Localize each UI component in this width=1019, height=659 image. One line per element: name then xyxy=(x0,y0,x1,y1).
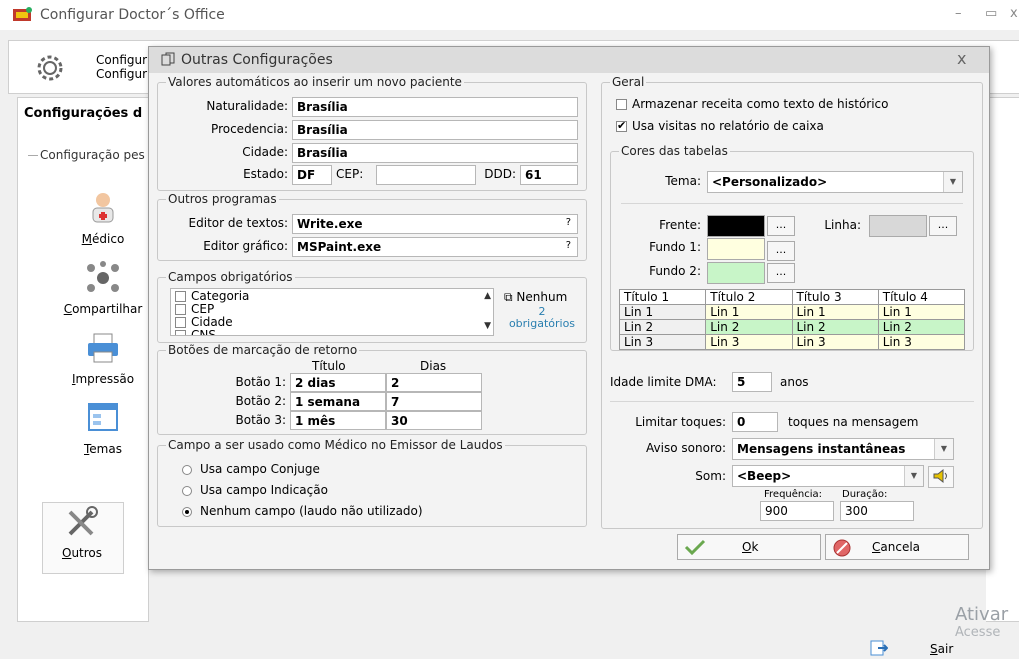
window-title: Configurar Doctor´s Office xyxy=(40,7,225,23)
bg2-color-button[interactable]: ... xyxy=(767,263,795,283)
use-visits-checkbox[interactable]: Usa visitas no relatório de caixa xyxy=(616,119,824,133)
table-row: Lin 2 Lin 2 Lin 2 Lin 2 xyxy=(618,319,966,335)
bg1-color-button[interactable]: ... xyxy=(767,241,795,261)
header-line1: Configur xyxy=(96,53,148,67)
text-editor-input[interactable]: Write.exe? xyxy=(292,214,578,234)
return-buttons-group: Botões de marcação de retorno Título Dia… xyxy=(157,343,587,435)
nav-impressao[interactable]: Impressão xyxy=(48,330,158,386)
table-row: Lin 3 Lin 3 Lin 3 Lin 3 xyxy=(618,334,966,350)
section-subtitle: Configuração pes xyxy=(40,148,145,162)
dma-input[interactable]: 5 xyxy=(732,372,772,392)
store-recipe-checkbox[interactable]: Armazenar receita como texto de históric… xyxy=(616,97,889,111)
network-icon xyxy=(85,260,121,296)
ok-button[interactable]: Ok xyxy=(677,534,821,560)
cep-input[interactable] xyxy=(376,165,476,185)
chevron-down-icon: ▼ xyxy=(904,466,923,486)
chevron-down-icon: ▼ xyxy=(934,439,953,459)
doctor-icon xyxy=(85,190,121,226)
return-button2-days[interactable]: 7 xyxy=(386,392,482,411)
line-color-swatch[interactable] xyxy=(869,215,927,237)
auto-values-group: Valores automáticos ao inserir um novo p… xyxy=(157,75,587,191)
maximize-button[interactable]: ▭ xyxy=(985,6,997,21)
close-window-button[interactable]: x xyxy=(1010,6,1018,21)
browse-text-editor-button[interactable]: ? xyxy=(566,217,571,228)
printer-icon xyxy=(85,330,121,366)
section-title: Configurações d xyxy=(24,106,143,121)
return-button3-days[interactable]: 30 xyxy=(386,411,482,430)
return-button2-title[interactable]: 1 semana xyxy=(290,392,386,411)
activation-watermark-sub: Acesse xyxy=(955,625,1001,640)
table-colors-group: Cores das tabelas Tema: <Personalizado> ▼… xyxy=(610,144,974,351)
sound-select[interactable]: <Beep> ▼ xyxy=(732,465,924,487)
themes-icon xyxy=(85,400,121,436)
required-fields-group: Campos obrigatórios Categoria CEP Cidade… xyxy=(157,270,587,343)
none-button[interactable]: ⧉ Nenhum xyxy=(504,290,567,305)
browse-graphic-editor-button[interactable]: ? xyxy=(566,240,571,251)
required-fields-list[interactable]: Categoria CEP Cidade CNS ▲ ▼ xyxy=(170,288,494,336)
app-logo-icon xyxy=(12,6,34,27)
dialog-close-button[interactable]: x xyxy=(957,49,966,68)
radio-nenhum[interactable]: Nenhum campo (laudo não utilizado) xyxy=(182,504,423,518)
color-preview-table: Título 1 Título 2 Título 3 Título 4 Lin … xyxy=(618,289,966,350)
programs-group: Outros programas Editor de textos: Write… xyxy=(157,192,587,261)
header-line2: Configur xyxy=(96,67,148,81)
scroll-down-icon[interactable]: ▼ xyxy=(484,321,491,331)
check-icon xyxy=(684,538,706,559)
exit-button[interactable]: Sair xyxy=(930,642,953,656)
front-color-swatch[interactable] xyxy=(707,215,765,237)
duration-input[interactable]: 300 xyxy=(840,501,914,521)
doctor-field-group: Campo a ser usado como Médico no Emissor… xyxy=(157,438,587,527)
table-row: Título 1 Título 2 Título 3 Título 4 xyxy=(618,289,966,305)
cidade-input[interactable]: Brasília xyxy=(292,143,578,163)
table-row: Lin 1 Lin 1 Lin 1 Lin 1 xyxy=(618,304,966,320)
line-color-button[interactable]: ... xyxy=(929,216,957,236)
right-panel xyxy=(986,97,1019,622)
graphic-editor-input[interactable]: MSPaint.exe? xyxy=(292,237,578,257)
theme-select[interactable]: <Personalizado> ▼ xyxy=(707,171,963,193)
touches-input[interactable]: 0 xyxy=(732,412,778,432)
dialog-title: Outras Configurações xyxy=(181,52,333,68)
naturalidade-input[interactable]: Brasília xyxy=(292,97,578,117)
general-group: Geral Armazenar receita como texto de hi… xyxy=(601,75,983,529)
exit-icon xyxy=(870,640,889,659)
minimize-button[interactable]: – xyxy=(955,6,962,21)
estado-input[interactable]: DF xyxy=(292,165,332,185)
copy-icon: ⧉ xyxy=(504,290,513,304)
procedencia-input[interactable]: Brasília xyxy=(292,120,578,140)
nav-compartilhar[interactable]: Compartilhar xyxy=(48,260,158,316)
dialog-icon xyxy=(161,52,175,69)
required-count: 2 obrigatórios xyxy=(508,305,576,330)
frequency-input[interactable]: 900 xyxy=(760,501,834,521)
nav-temas[interactable]: Temas xyxy=(48,400,158,456)
outras-configuracoes-dialog: Outras Configurações x Valores automátic… xyxy=(148,46,990,570)
tools-icon xyxy=(64,504,100,540)
scroll-up-icon[interactable]: ▲ xyxy=(484,291,491,301)
gear-icon xyxy=(32,50,68,89)
bg1-color-swatch[interactable] xyxy=(707,238,765,260)
speaker-icon xyxy=(932,467,950,488)
nav-medico[interactable]: Médico xyxy=(48,190,158,246)
list-item[interactable]: CNS xyxy=(175,329,216,335)
activation-watermark: Ativar xyxy=(955,604,1009,625)
ddd-input[interactable]: 61 xyxy=(520,165,578,185)
nav-outros[interactable]: Outros xyxy=(27,504,137,560)
section-divider xyxy=(28,155,38,156)
return-button3-title[interactable]: 1 mês xyxy=(290,411,386,430)
play-sound-button[interactable] xyxy=(928,466,954,488)
cancel-button[interactable]: Cancela xyxy=(825,534,969,560)
radio-indicacao[interactable]: Usa campo Indicação xyxy=(182,483,328,497)
return-button1-days[interactable]: 2 xyxy=(386,373,482,392)
chevron-down-icon: ▼ xyxy=(943,172,962,192)
cancel-icon xyxy=(832,538,852,561)
bg2-color-swatch[interactable] xyxy=(707,262,765,284)
front-color-button[interactable]: ... xyxy=(767,216,795,236)
return-button1-title[interactable]: 2 dias xyxy=(290,373,386,392)
sound-alert-select[interactable]: Mensagens instantâneas ▼ xyxy=(732,438,954,460)
radio-conjuge[interactable]: Usa campo Conjuge xyxy=(182,462,320,476)
